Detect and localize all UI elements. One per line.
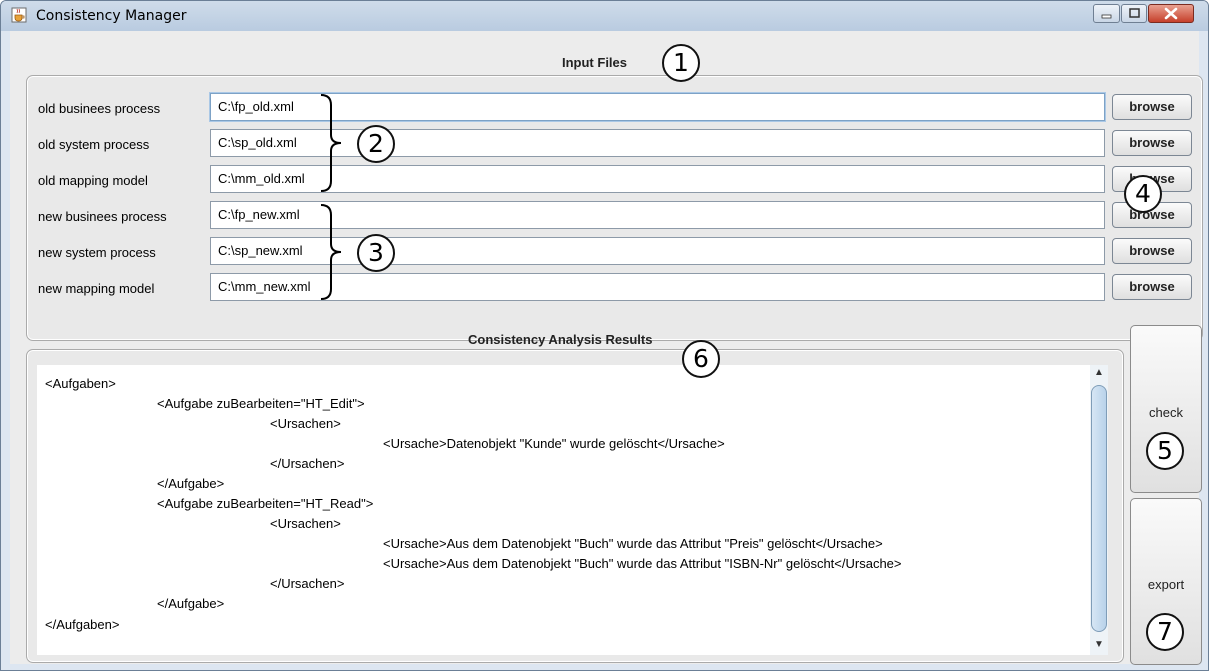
callout-4: 4	[1124, 175, 1162, 213]
browse-button-new-system[interactable]: browse	[1112, 238, 1192, 264]
result-line: </Aufgabe>	[157, 476, 225, 491]
input-files-title: Input Files	[562, 55, 627, 70]
row-label-new-business: new businees process	[38, 209, 167, 224]
result-line: <Ursache>Aus dem Datenobjekt "Buch" wurd…	[383, 536, 883, 551]
export-button-label: export	[1147, 577, 1185, 592]
scrollbar-thumb[interactable]	[1091, 385, 1107, 632]
result-line: <Ursachen>	[270, 516, 341, 531]
window-title: Consistency Manager	[36, 8, 187, 24]
result-line: <Aufgabe zuBearbeiten="HT_Read">	[157, 496, 374, 511]
callout-6: 6	[682, 340, 720, 378]
result-line: <Ursache>Aus dem Datenobjekt "Buch" wurd…	[383, 556, 902, 571]
minimize-icon	[1101, 14, 1112, 19]
minimize-button[interactable]	[1093, 4, 1120, 23]
result-line: <Aufgaben>	[45, 376, 116, 391]
callout-2: 2	[357, 125, 395, 163]
brace-old-files	[320, 94, 342, 192]
scroll-up-arrow-icon[interactable]: ▲	[1090, 365, 1108, 381]
callout-7: 7	[1146, 613, 1184, 651]
callout-1: 1	[662, 44, 700, 82]
row-label-new-mapping: new mapping model	[38, 281, 155, 296]
close-button[interactable]	[1148, 4, 1194, 23]
row-label-old-business: old businees process	[38, 101, 161, 116]
result-line: </Ursachen>	[270, 456, 345, 471]
app-window: Consistency Manager Input Files old busi…	[0, 0, 1209, 671]
browse-button-old-business[interactable]: browse	[1112, 94, 1192, 120]
maximize-button[interactable]	[1121, 4, 1147, 23]
row-label-old-system: old system process	[38, 137, 150, 152]
result-line: <Aufgabe zuBearbeiten="HT_Edit">	[157, 396, 365, 411]
result-line: <Ursache>Datenobjekt "Kunde" wurde gelös…	[383, 436, 725, 451]
check-button-label: check	[1149, 405, 1183, 420]
callout-5: 5	[1146, 432, 1184, 470]
browse-button-new-mapping[interactable]: browse	[1112, 274, 1192, 300]
title-bar[interactable]: Consistency Manager	[1, 1, 1208, 31]
java-cup-icon	[11, 7, 27, 23]
row-label-new-system: new system process	[38, 245, 156, 260]
results-text-area[interactable]: <Aufgaben> <Aufgabe zuBearbeiten="HT_Edi…	[37, 365, 1090, 655]
result-line: </Aufgaben>	[45, 617, 120, 632]
result-line: <Ursachen>	[270, 416, 341, 431]
result-line: </Aufgabe>	[157, 596, 225, 611]
brace-new-files	[320, 204, 342, 300]
callout-3: 3	[357, 234, 395, 272]
close-icon	[1164, 7, 1178, 20]
results-title: Consistency Analysis Results	[468, 332, 653, 347]
maximize-icon	[1129, 8, 1140, 18]
scroll-down-arrow-icon[interactable]: ▼	[1090, 637, 1108, 653]
results-scrollbar[interactable]: ▲ ▼	[1090, 365, 1108, 655]
result-line: </Ursachen>	[270, 576, 345, 591]
row-label-old-mapping: old mapping model	[38, 173, 148, 188]
browse-button-old-system[interactable]: browse	[1112, 130, 1192, 156]
